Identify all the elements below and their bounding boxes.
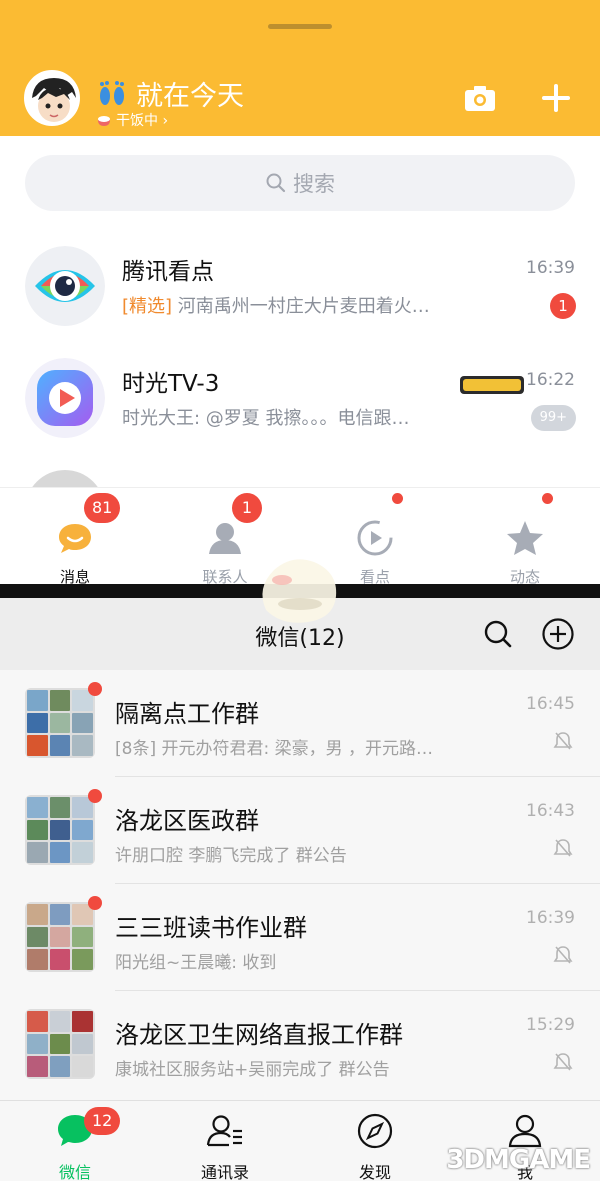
chat-name: 洛龙区卫生网络直报工作群 <box>115 1021 403 1049</box>
tab-discover[interactable]: 发现 <box>315 1111 435 1181</box>
wechat-chat-row[interactable]: 隔离点工作群 [8条] 开元办符君君: 梁豪，男 ，开元路… 16:45 <box>0 670 600 777</box>
wechat-tab-bar: 微信 12 通讯录 发现 我 3DMGAME <box>0 1100 600 1181</box>
chat-name: 时光TV-3 <box>122 371 220 397</box>
mute-bell-icon <box>553 946 573 964</box>
nickname: 就在今天 <box>136 81 244 112</box>
chat-preview-text: 河南禹州一村庄大片麦田着火… <box>172 296 430 317</box>
add-icon[interactable] <box>538 80 574 116</box>
unread-badge: 1 <box>550 293 576 319</box>
chat-time: 16:39 <box>526 908 575 928</box>
search-placeholder: 搜索 <box>293 172 335 196</box>
chat-preview: [8条] 开元办符君君: 梁豪，男 ，开元路… <box>115 739 434 759</box>
watermark-text: 3DMGAME <box>446 1145 591 1175</box>
mute-bell-icon <box>553 1053 573 1071</box>
chat-row-tencent-kandian[interactable]: 腾讯看点 [精选] 河南禹州一村庄大片麦田着火… 16:39 1 <box>0 236 600 348</box>
wechat-chat-row[interactable]: 洛龙区医政群 许朋口腔 李鹏飞完成了 群公告 16:43 <box>0 777 600 884</box>
group-avatar <box>25 1009 95 1079</box>
wechat-chat-row[interactable]: 洛龙区卫生网络直报工作群 康城社区服务站+吴丽完成了 群公告 15:29 <box>0 991 600 1098</box>
unread-dot <box>88 789 102 803</box>
chat-time: 16:45 <box>526 694 575 714</box>
chat-time: 16:43 <box>526 801 575 821</box>
shiguang-tv-avatar <box>25 358 105 438</box>
chat-preview: 阳光组~王晨曦: 收到 <box>115 953 277 973</box>
kandian-dot <box>392 493 403 504</box>
message-bubble-icon <box>59 524 91 553</box>
chat-preview: [精选] 河南禹州一村庄大片麦田着火… <box>122 292 502 318</box>
star-icon <box>507 521 543 555</box>
qq-app: 就在今天 干饭中 › 搜索 腾讯看点 [精选] 河南禹州一村庄大片麦田着火… 1… <box>0 0 600 590</box>
tencent-kandian-avatar <box>25 246 105 326</box>
unread-dot <box>88 896 102 910</box>
mute-bell-icon <box>553 839 573 857</box>
person-icon <box>209 523 241 554</box>
group-avatar <box>25 688 95 758</box>
status-text: 干饭中 › <box>116 113 169 129</box>
user-avatar[interactable] <box>24 70 80 126</box>
tab-label: 微信 <box>58 1163 91 1181</box>
contacts-badge: 1 <box>232 493 262 523</box>
messages-badge: 81 <box>84 493 121 523</box>
qq-header: 就在今天 干饭中 › <box>0 0 600 136</box>
mute-bell-icon <box>553 732 573 750</box>
play-circle-icon <box>357 520 393 556</box>
compass-icon <box>357 1113 393 1149</box>
drag-handle[interactable] <box>268 24 332 29</box>
chat-time: 15:29 <box>526 1015 575 1035</box>
chat-preview: 时光大王: @罗夏 我擦。。。电信跟… <box>122 408 410 429</box>
chat-row-shiguang-tv[interactable]: 时光TV-3 时光大王: @罗夏 我擦。。。电信跟… 16:22 99+ <box>0 348 600 460</box>
wechat-chat-row[interactable]: 三三班读书作业群 阳光组~王晨曦: 收到 16:39 <box>0 884 600 991</box>
wechat-chat-list: 隔离点工作群 [8条] 开元办符君君: 梁豪，男 ，开元路… 16:45 洛龙区… <box>0 670 600 1100</box>
rice-bowl-icon <box>98 116 110 126</box>
chat-preview: 许朋口腔 李鹏飞完成了 群公告 <box>115 846 347 866</box>
mascot-icon[interactable] <box>252 548 348 628</box>
group-avatar <box>25 902 95 972</box>
tab-label: 通讯录 <box>200 1163 249 1181</box>
footprints-icon <box>100 80 124 105</box>
tab-contacts[interactable]: 通讯录 <box>165 1111 285 1181</box>
camera-icon[interactable] <box>462 80 498 116</box>
chats-badge: 12 <box>84 1107 121 1135</box>
chat-name: 洛龙区医政群 <box>115 807 259 835</box>
contacts-icon <box>206 1115 242 1147</box>
search-icon[interactable] <box>482 618 514 650</box>
chat-name: 腾讯看点 <box>122 259 214 285</box>
unread-dot <box>88 682 102 696</box>
chat-preview: 康城社区服务站+吴丽完成了 群公告 <box>115 1060 390 1080</box>
tab-moments[interactable]: 动态 <box>465 498 585 587</box>
chat-time: 16:22 <box>526 370 575 390</box>
chat-name: 隔离点工作群 <box>115 700 259 728</box>
group-avatar <box>25 795 95 865</box>
search-icon <box>266 173 286 193</box>
unread-badge-muted: 99+ <box>530 405 576 431</box>
chat-name: 三三班读书作业群 <box>115 914 307 942</box>
wechat-app: 微信(12) 隔离点工作群 [8条] 开元办符君君: 梁豪，男 ，开元路… 16… <box>0 598 600 1181</box>
lucky-sticker-icon <box>460 376 524 394</box>
status-row[interactable]: 干饭中 › <box>96 110 168 130</box>
tab-label: 发现 <box>358 1163 391 1181</box>
chat-time: 16:39 <box>526 258 575 278</box>
search-bar[interactable]: 搜索 <box>25 155 575 211</box>
moments-dot <box>542 493 553 504</box>
featured-tag: [精选] <box>122 296 173 317</box>
add-circle-icon[interactable] <box>541 617 575 651</box>
nickname-row[interactable]: 就在今天 <box>96 74 244 113</box>
